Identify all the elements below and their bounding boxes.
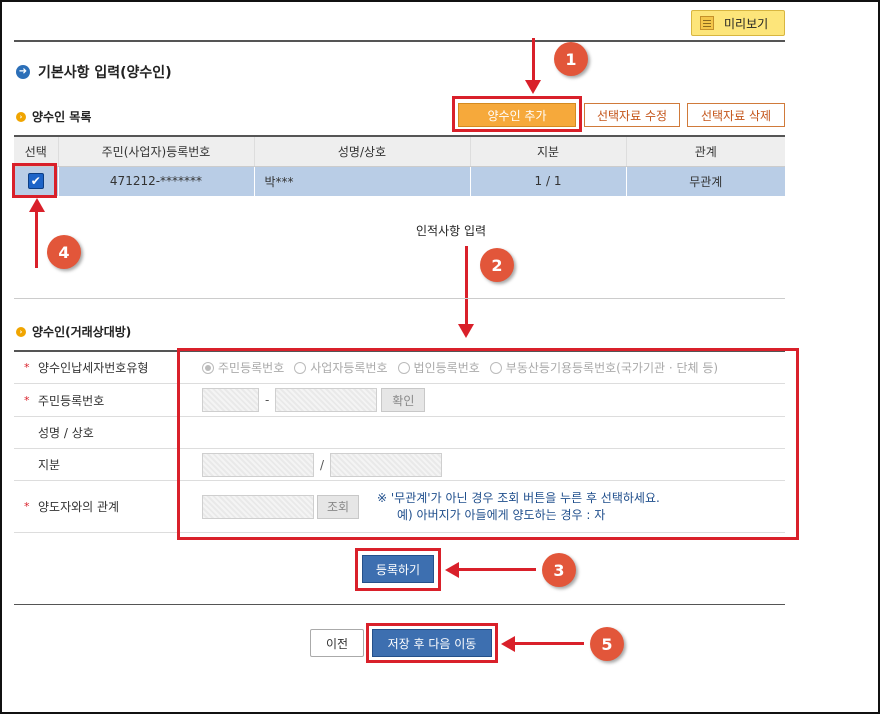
document-icon: [700, 16, 714, 30]
page-title-text: 기본사항 입력(양수인): [38, 65, 172, 81]
share-label: 지분: [14, 449, 192, 480]
arrow-2-head: [458, 324, 474, 338]
column-header-id-number: 주민(사업자)등록번호: [58, 135, 255, 167]
bullet-icon: ›: [16, 111, 26, 122]
form-section-title: › 양수인(거래상대방): [16, 323, 131, 340]
highlight-checkbox: [12, 163, 57, 198]
arrow-5-shaft: [514, 642, 584, 645]
step-badge-2: 2: [480, 248, 514, 282]
column-header-name: 성명/상호: [254, 135, 471, 167]
step-badge-5: 5: [590, 627, 624, 661]
type-label-text: 양수인납세자번호유형: [38, 361, 149, 375]
preview-button-label: 미리보기: [724, 16, 769, 31]
section-divider: [14, 298, 785, 299]
name-label-text: 성명 / 상호: [38, 426, 94, 440]
arrow-1-shaft: [532, 38, 535, 82]
bullet-icon: ›: [16, 326, 26, 337]
arrow-3-shaft: [458, 568, 536, 571]
arrow-5-head: [501, 636, 515, 652]
row-name: 박***: [254, 166, 471, 196]
header-divider: [14, 40, 785, 42]
column-header-select: 선택: [14, 135, 59, 167]
step-badge-4: 4: [47, 235, 81, 269]
list-section-title-text: 양수인 목록: [32, 110, 92, 124]
id-label-text: 주민등록번호: [38, 393, 105, 408]
column-header-relation: 관계: [626, 135, 785, 167]
type-label: * 양수인납세자번호유형: [14, 352, 192, 383]
share-label-text: 지분: [38, 458, 61, 472]
table-row[interactable]: ✔ 471212-******* 박*** 1 / 1 무관계: [14, 166, 785, 196]
transferee-table: 선택 주민(사업자)등록번호 성명/상호 지분 관계 ✔ 471212-****…: [14, 135, 785, 196]
row-id-number: 471212-*******: [58, 166, 255, 196]
table-header-row: 선택 주민(사업자)등록번호 성명/상호 지분 관계: [14, 135, 785, 167]
save-next-button[interactable]: 저장 후 다음 이동: [372, 629, 492, 657]
required-mark: *: [24, 393, 30, 407]
relation-label-text: 양도자와의 관계: [38, 500, 120, 514]
add-transferee-button[interactable]: 양수인 추가: [458, 103, 576, 127]
required-mark: *: [24, 361, 30, 374]
step-badge-3: 3: [542, 553, 576, 587]
prev-button[interactable]: 이전: [310, 629, 364, 657]
delete-selected-button[interactable]: 선택자료 삭제: [687, 103, 785, 127]
row-relation: 무관계: [626, 166, 785, 196]
form-section-title-text: 양수인(거래상대방): [32, 325, 132, 339]
arrow-1-head: [525, 80, 541, 94]
relation-label: * 양도자와의 관계: [14, 481, 192, 532]
register-button[interactable]: 등록하기: [362, 555, 434, 583]
name-label: 성명 / 상호: [14, 417, 192, 448]
arrow-2-shaft: [465, 246, 468, 326]
arrow-4-shaft: [35, 210, 38, 268]
column-header-share: 지분: [470, 135, 627, 167]
edit-selected-button[interactable]: 선택자료 수정: [584, 103, 680, 127]
arrow-4-head: [29, 198, 45, 212]
arrow-circle-icon: ➜: [16, 65, 30, 79]
footer-divider: [14, 604, 785, 605]
row-share: 1 / 1: [470, 166, 627, 196]
highlight-form: [177, 348, 799, 540]
required-mark: *: [24, 500, 30, 513]
page-title: ➜ 기본사항 입력(양수인): [16, 62, 172, 82]
preview-button[interactable]: 미리보기: [691, 10, 785, 36]
annotation-label: 인적사항 입력: [416, 224, 487, 238]
step-badge-1: 1: [554, 42, 588, 76]
id-label: * 주민등록번호: [14, 384, 192, 416]
list-section-title: › 양수인 목록: [16, 108, 91, 125]
arrow-3-head: [445, 562, 459, 578]
